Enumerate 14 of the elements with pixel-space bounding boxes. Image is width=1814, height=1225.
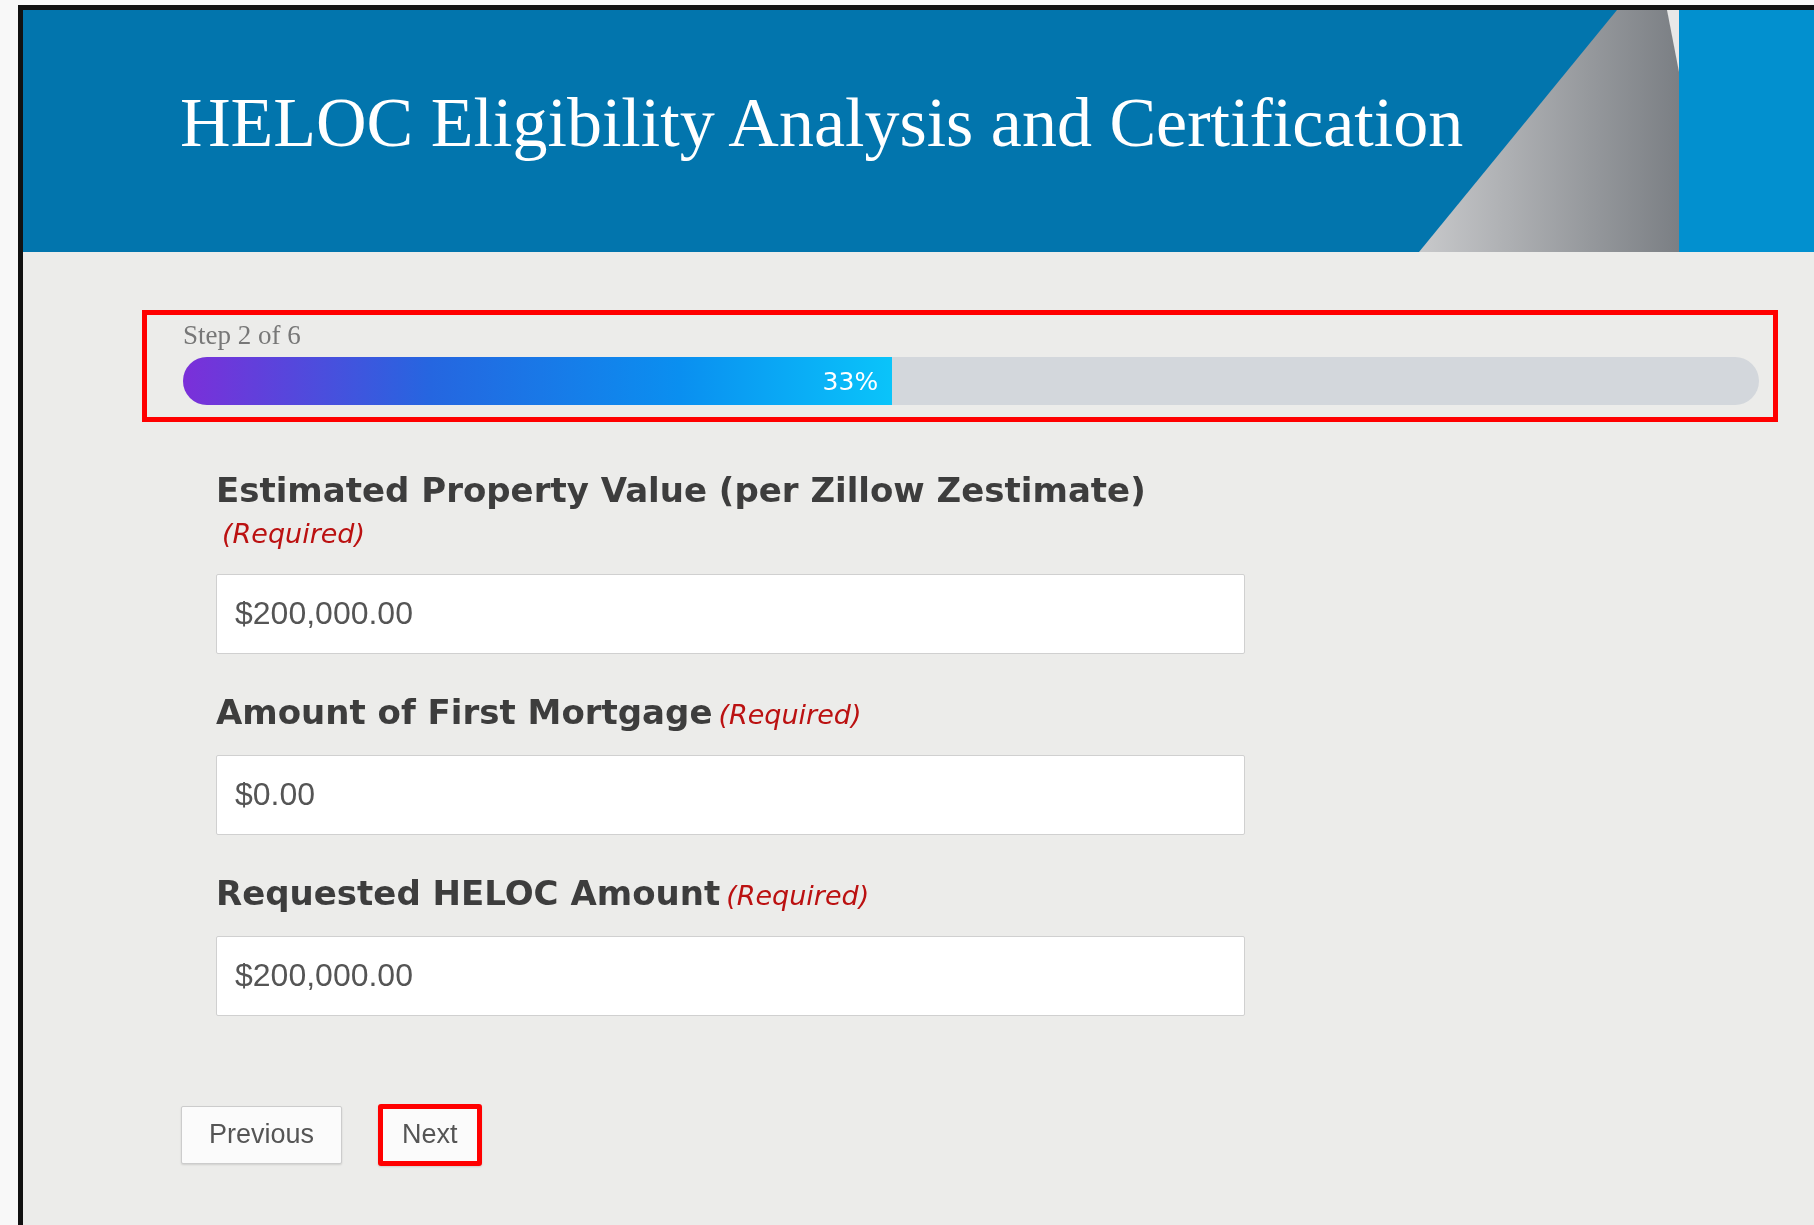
input-field[interactable]: $0.00	[216, 754, 1245, 835]
field-label: Amount of First Mortgage	[216, 692, 713, 732]
field-label: Requested HELOC Amount	[216, 872, 721, 913]
nav-button[interactable]: Previous	[181, 1105, 343, 1164]
required-note: (Required)	[718, 699, 862, 730]
nav-button[interactable]: Next	[378, 1103, 482, 1166]
required-note: (Required)	[726, 879, 870, 911]
input-field[interactable]: $200,000.00	[216, 935, 1245, 1016]
input-field[interactable]: $200,000.00	[216, 574, 1245, 654]
step-label: Step 2 of 6	[183, 319, 302, 352]
form-title: HELOC Eligibility Analysis and Certification	[180, 82, 1464, 163]
required-note: (Required)	[222, 518, 366, 550]
field-label: Estimated Property Value (per Zillow Zestimate)	[216, 470, 1146, 511]
percent-label: 33%	[822, 365, 880, 398]
